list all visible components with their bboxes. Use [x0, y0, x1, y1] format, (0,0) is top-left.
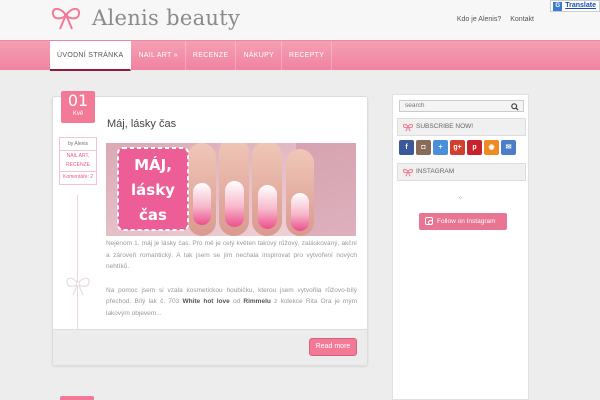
facebook-icon[interactable]: f: [399, 140, 414, 155]
rss-icon[interactable]: ◉: [484, 140, 499, 155]
post-title[interactable]: Máj, lásky čas: [107, 118, 176, 130]
date-day: 01: [67, 91, 89, 110]
translate-label: Translate: [565, 2, 596, 9]
social-icons: f ◘ + g+ p ◉ ✉: [399, 140, 516, 155]
bow-icon: [402, 168, 414, 177]
caption-line-3: čas: [139, 206, 167, 224]
next-post-date-badge: [60, 396, 94, 400]
post-image[interactable]: MÁJ, lásky čas: [106, 143, 356, 236]
blog-post: 01 Kvě by Alenis NAIL ART, RECENZE Komen…: [52, 91, 368, 366]
nav-reviews[interactable]: RECENZE: [186, 41, 237, 70]
meta-author: by Alenis: [67, 141, 88, 147]
nav-shopping[interactable]: NÁKUPY: [236, 41, 283, 70]
post-paragraph-1: Nejenom 1. máj je lásky čas. Pro mě je c…: [106, 240, 357, 270]
top-links: Kdo je Alenis? Kontakt: [457, 16, 534, 23]
loading-spinner-icon: ⁘: [458, 196, 464, 202]
instagram-widget-title: INSTAGRAM: [397, 163, 526, 181]
post-paragraph-2: Na pomoc jsem si vzala kosmetickou houbi…: [106, 286, 358, 317]
main-nav: ÚVODNÍ STRÁNKA NAIL ART » RECENZE NÁKUPY…: [0, 40, 600, 71]
instagram-icon[interactable]: ◘: [416, 140, 431, 155]
meta-category-reviews[interactable]: RECENZE: [60, 161, 96, 170]
date-month: Kvě: [72, 111, 84, 117]
post-excerpt: Nejenom 1. máj je lásky čas. Pro mě je c…: [106, 238, 357, 319]
post-meta: by Alenis NAIL ART, RECENZE Komentáře: 2: [59, 137, 97, 185]
bow-icon: [402, 123, 414, 132]
googleplus-icon[interactable]: g+: [450, 140, 465, 155]
bow-logo-icon: [51, 7, 81, 30]
nav-recipes[interactable]: RECEPTY: [282, 41, 333, 70]
site-logo[interactable]: Alenis beauty: [50, 5, 240, 31]
caption-line-1: MÁJ,: [134, 156, 172, 174]
search-placeholder: search: [405, 102, 425, 109]
nav-home[interactable]: ÚVODNÍ STRÁNKA: [50, 41, 132, 71]
site-title: Alenis beauty: [92, 6, 241, 30]
search-input[interactable]: search: [399, 100, 524, 112]
decorative-line: [77, 195, 78, 332]
brand-name: Rimmelu: [243, 298, 271, 305]
translate-button[interactable]: G Translate: [550, 0, 600, 12]
search-icon[interactable]: [511, 103, 519, 111]
subscribe-widget-title: SUBSCRIBE NOW!: [397, 118, 526, 136]
email-icon[interactable]: ✉: [501, 140, 516, 155]
caption-line-2: lásky: [131, 181, 175, 199]
instagram-icon: [425, 217, 433, 225]
product-name: White hot love: [182, 298, 230, 305]
sidebar: search SUBSCRIBE NOW! f ◘ + g+ p ◉ ✉ INS…: [392, 94, 529, 400]
pinterest-icon[interactable]: p: [467, 140, 482, 155]
bow-decoration-icon: [66, 277, 90, 296]
meta-comments[interactable]: Komentáře: 2: [60, 173, 96, 182]
plus-icon[interactable]: +: [433, 140, 448, 155]
meta-category-nail-art[interactable]: NAIL ART,: [60, 152, 96, 161]
image-caption: MÁJ, lásky čas: [118, 153, 188, 228]
site-header: Alenis beauty Kdo je Alenis? Kontakt G T…: [0, 0, 600, 40]
nav-nail-art[interactable]: NAIL ART »: [131, 41, 186, 70]
follow-instagram-button[interactable]: Follow on Instagram: [419, 213, 507, 230]
link-contact[interactable]: Kontakt: [510, 16, 534, 23]
read-more-button[interactable]: Read more: [309, 338, 357, 356]
google-translate-icon: G: [553, 2, 563, 11]
date-badge: 01 Kvě: [61, 91, 95, 123]
link-about[interactable]: Kdo je Alenis?: [457, 16, 501, 23]
